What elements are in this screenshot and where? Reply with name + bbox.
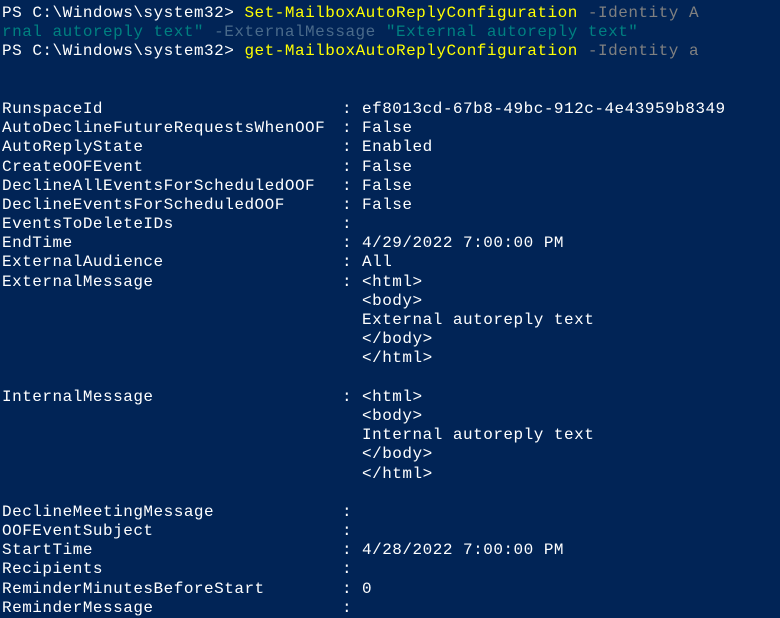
output-value: 4/29/2022 7:00:00 PM bbox=[362, 234, 778, 253]
output-row-declinemeeting: DeclineMeetingMessage : bbox=[2, 503, 778, 522]
output-row-intmessage-body: <body> bbox=[2, 407, 778, 426]
command-line-2: PS C:\Windows\system32> get-MailboxAutoR… bbox=[2, 42, 778, 61]
output-value: ef8013cd-67b8-49bc-912c-4e43959b8349 bbox=[362, 100, 778, 119]
output-key: AutoReplyState bbox=[2, 138, 342, 157]
output-row-extaudience: ExternalAudience : All bbox=[2, 253, 778, 272]
output-key: ExternalAudience bbox=[2, 253, 342, 272]
output-row-intmessage: InternalMessage : <html> bbox=[2, 388, 778, 407]
output-value: All bbox=[362, 253, 778, 272]
output-key: AutoDeclineFutureRequestsWhenOOF bbox=[2, 119, 342, 138]
output-row-intmessage-endbody: </body> bbox=[2, 445, 778, 464]
ps-prefix: PS bbox=[2, 4, 32, 22]
cmdlet-name: get-MailboxAutoReplyConfiguration bbox=[244, 42, 577, 60]
output-row-extmessage: ExternalMessage : <html> bbox=[2, 273, 778, 292]
prompt-path: C:\Windows\system32> bbox=[32, 4, 234, 22]
output-row-extmessage-endbody: </body> bbox=[2, 330, 778, 349]
output-row-reminderminutes: ReminderMinutesBeforeStart : 0 bbox=[2, 580, 778, 599]
output-row-runspaceid: RunspaceId : ef8013cd-67b8-49bc-912c-4e4… bbox=[2, 100, 778, 119]
output-row-eventstodelete: EventsToDeleteIDs : bbox=[2, 215, 778, 234]
output-value bbox=[362, 215, 778, 234]
output-row-declineevents: DeclineEventsForScheduledOOF : False bbox=[2, 196, 778, 215]
prompt-path: C:\Windows\system32> bbox=[32, 42, 234, 60]
output-row-oofsubject: OOFEventSubject : bbox=[2, 522, 778, 541]
output-key: ReminderMinutesBeforeStart bbox=[2, 580, 342, 599]
output-row-recipients: Recipients : bbox=[2, 560, 778, 579]
output-row-autodecline: AutoDeclineFutureRequestsWhenOOF : False bbox=[2, 119, 778, 138]
output-key: DeclineAllEventsForScheduledOOF bbox=[2, 177, 342, 196]
output-row-intmessage-endhtml: </html> bbox=[2, 465, 778, 484]
blank-line bbox=[2, 62, 778, 81]
output-value bbox=[362, 560, 778, 579]
cmdlet-name: Set-MailboxAutoReplyConfiguration bbox=[244, 4, 577, 22]
blank-line bbox=[2, 484, 778, 503]
output-key: ExternalMessage bbox=[2, 273, 342, 292]
output-value bbox=[362, 599, 778, 618]
output-value: 4/28/2022 7:00:00 PM bbox=[362, 541, 778, 560]
output-value: <html> bbox=[362, 388, 778, 407]
output-value: False bbox=[362, 177, 778, 196]
output-key: Recipients bbox=[2, 560, 342, 579]
blank-line bbox=[2, 81, 778, 100]
blank-line bbox=[2, 369, 778, 388]
output-key: DeclineEventsForScheduledOOF bbox=[2, 196, 342, 215]
output-row-starttime: StartTime : 4/28/2022 7:00:00 PM bbox=[2, 541, 778, 560]
param-identity: -Identity bbox=[578, 42, 689, 60]
output-key: EventsToDeleteIDs bbox=[2, 215, 342, 234]
command-line-1: PS C:\Windows\system32> Set-MailboxAutoR… bbox=[2, 4, 778, 23]
output-row-declineall: DeclineAllEventsForScheduledOOF : False bbox=[2, 177, 778, 196]
output-key: RunspaceId bbox=[2, 100, 342, 119]
output-key: CreateOOFEvent bbox=[2, 158, 342, 177]
ps-prefix: PS bbox=[2, 42, 32, 60]
output-value: Enabled bbox=[362, 138, 778, 157]
output-row-extmessage-body: <body> bbox=[2, 292, 778, 311]
output-value: False bbox=[362, 119, 778, 138]
output-key: ReminderMessage bbox=[2, 599, 342, 618]
command-line-1-cont: rnal autoreply text" -ExternalMessage "E… bbox=[2, 23, 778, 42]
param-identity: -Identity bbox=[578, 4, 689, 22]
output-row-remindermessage: ReminderMessage : bbox=[2, 599, 778, 618]
output-value: False bbox=[362, 158, 778, 177]
output-row-endtime: EndTime : 4/29/2022 7:00:00 PM bbox=[2, 234, 778, 253]
output-row-intmessage-text: Internal autoreply text bbox=[2, 426, 778, 445]
output-key: DeclineMeetingMessage bbox=[2, 503, 342, 522]
output-row-createoofevent: CreateOOFEvent : False bbox=[2, 158, 778, 177]
output-value bbox=[362, 522, 778, 541]
terminal-content[interactable]: PS C:\Windows\system32> Set-MailboxAutoR… bbox=[2, 4, 778, 618]
output-row-autoreplystate: AutoReplyState : Enabled bbox=[2, 138, 778, 157]
output-row-extmessage-endhtml: </html> bbox=[2, 349, 778, 368]
output-key: StartTime bbox=[2, 541, 342, 560]
output-value: <html> bbox=[362, 273, 778, 292]
output-key: InternalMessage bbox=[2, 388, 342, 407]
output-key: EndTime bbox=[2, 234, 342, 253]
output-value bbox=[362, 503, 778, 522]
output-row-extmessage-text: External autoreply text bbox=[2, 311, 778, 330]
output-key: OOFEventSubject bbox=[2, 522, 342, 541]
output-value: 0 bbox=[362, 580, 778, 599]
output-value: False bbox=[362, 196, 778, 215]
